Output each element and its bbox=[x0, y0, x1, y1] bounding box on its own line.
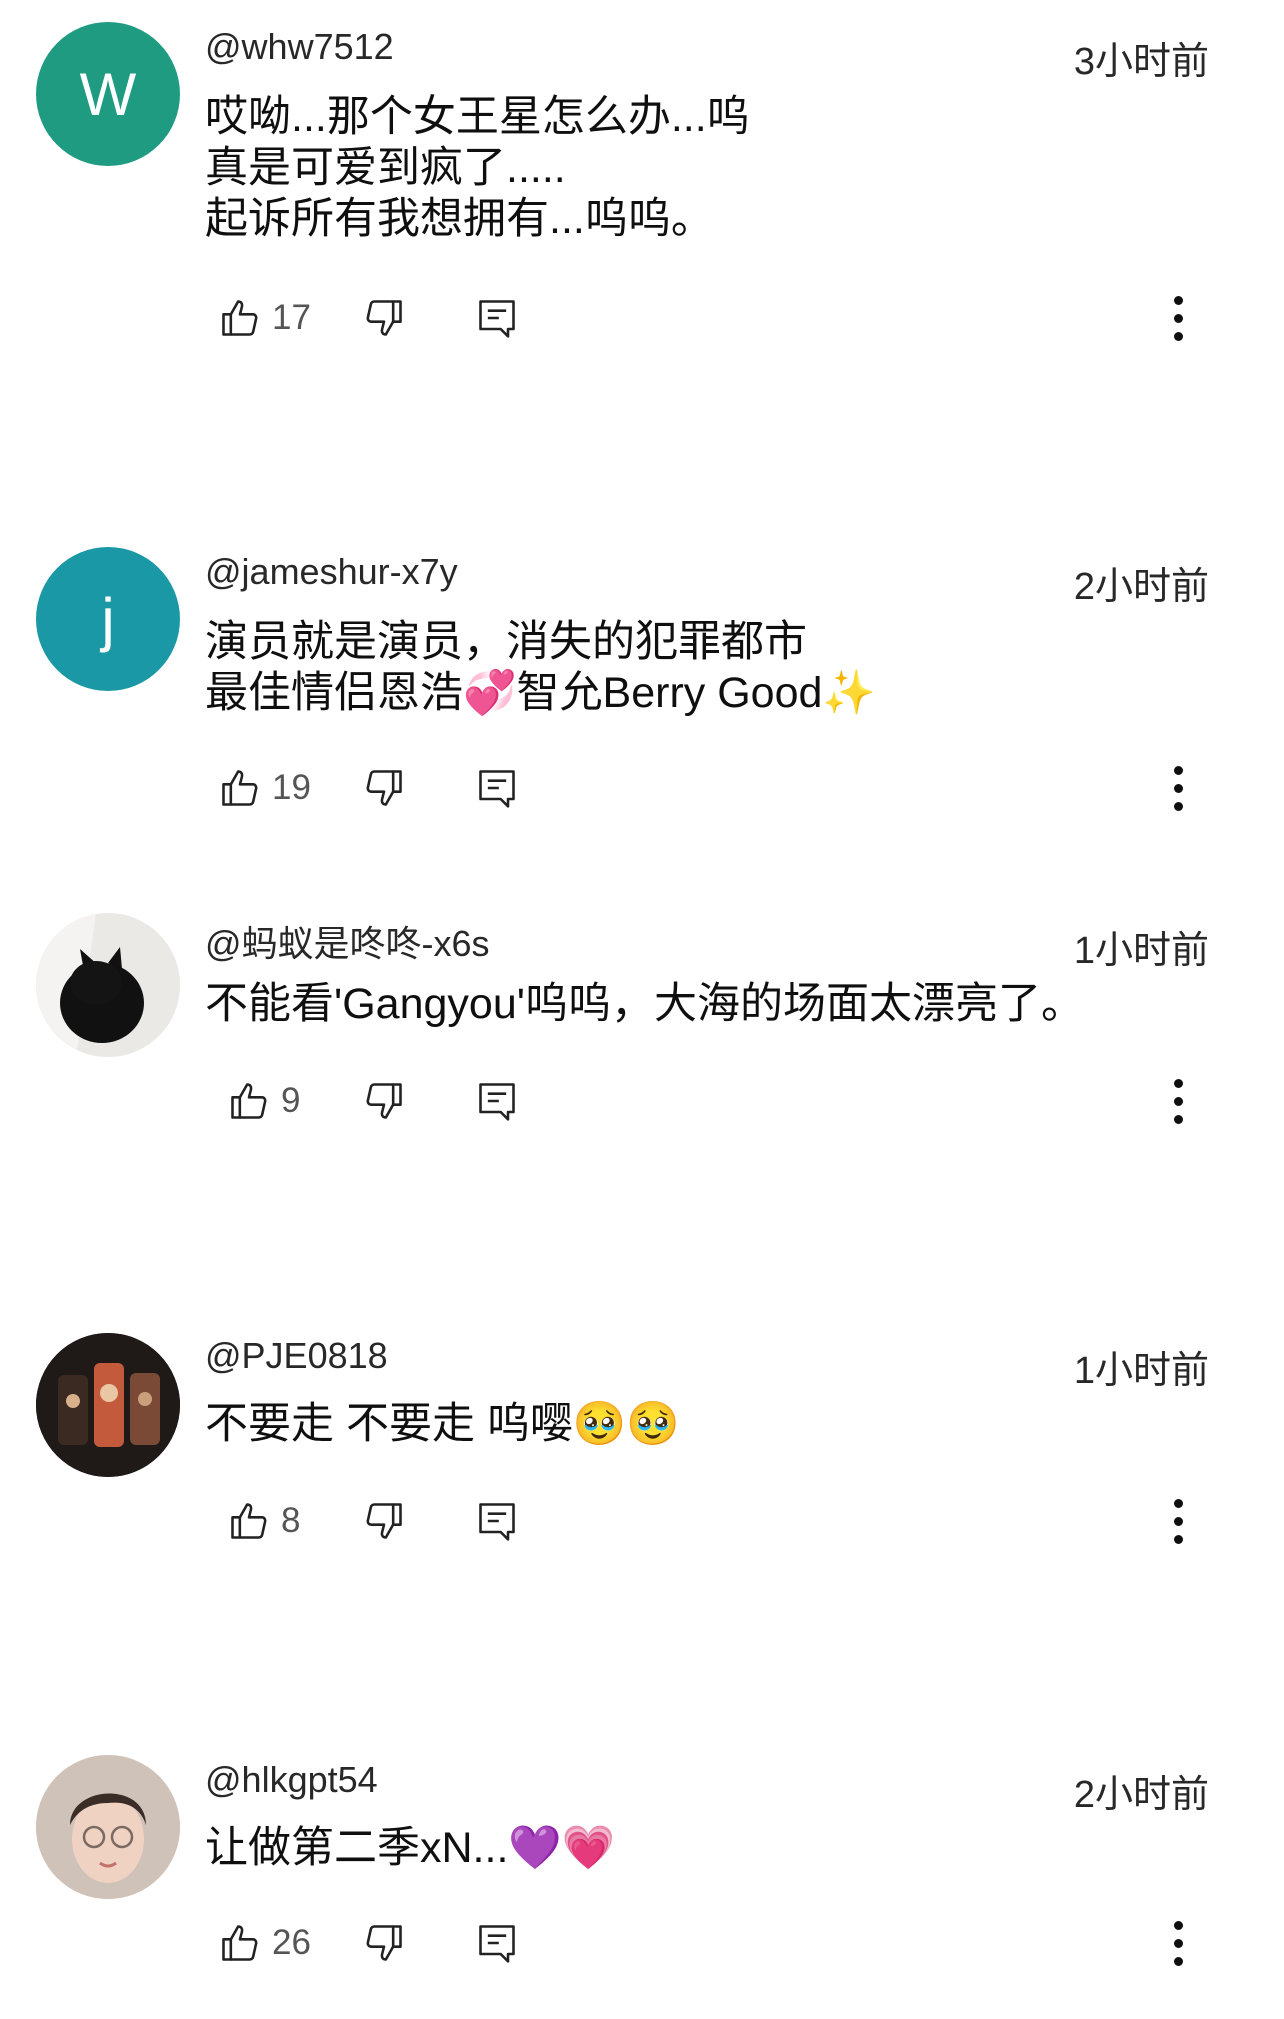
comment-line: 不能看'Gangyou'呜呜，大海的场面太漂亮了。 bbox=[205, 980, 1084, 1028]
reply-button[interactable] bbox=[475, 1913, 519, 1973]
more-options-button[interactable] bbox=[1158, 1491, 1198, 1551]
reply-button[interactable] bbox=[475, 1071, 519, 1131]
comment-author[interactable]: @PJE0818 bbox=[205, 1335, 388, 1377]
thumbs-down-icon bbox=[366, 1925, 402, 1961]
more-vertical-icon bbox=[1173, 1956, 1183, 1966]
comment-line: 不要走 不要走 呜嘤🥹🥹 bbox=[205, 1400, 680, 1448]
comment-actions: 26 bbox=[0, 1913, 1284, 1973]
avatar[interactable] bbox=[36, 913, 180, 1057]
dislike-button[interactable] bbox=[362, 1071, 406, 1131]
avatar[interactable] bbox=[36, 1755, 180, 1899]
comment-line: 演员就是演员，消失的犯罪都市 bbox=[205, 618, 807, 666]
more-vertical-icon bbox=[1173, 1516, 1183, 1526]
like-count: 8 bbox=[281, 1501, 301, 1540]
more-vertical-icon bbox=[1173, 1078, 1183, 1088]
thumbs-down-icon bbox=[366, 770, 402, 806]
comment-text: 不能看'Gangyou'呜呜，大海的场面太漂亮了。 bbox=[205, 979, 1105, 1030]
thumbs-down-icon bbox=[366, 1083, 402, 1119]
more-vertical-icon bbox=[1173, 313, 1183, 323]
like-button[interactable]: 26 bbox=[218, 1913, 311, 1973]
comment-time: 1小时前 bbox=[1073, 1350, 1209, 1392]
more-vertical-icon bbox=[1173, 783, 1183, 793]
comment-actions: 17 bbox=[0, 288, 1284, 348]
comment-time: 2小时前 bbox=[1073, 566, 1209, 608]
more-vertical-icon bbox=[1173, 765, 1183, 775]
avatar-letter: W bbox=[79, 60, 137, 128]
comment-author[interactable]: @hlkgpt54 bbox=[205, 1759, 378, 1801]
avatar-image bbox=[36, 1755, 180, 1899]
dislike-button[interactable] bbox=[362, 1913, 406, 1973]
like-button[interactable]: 8 bbox=[227, 1491, 300, 1551]
like-count: 26 bbox=[272, 1923, 311, 1962]
avatar[interactable]: W bbox=[36, 22, 180, 166]
reply-comment-icon bbox=[479, 1083, 515, 1121]
avatar-image bbox=[36, 913, 180, 1057]
more-vertical-icon bbox=[1173, 1114, 1183, 1124]
comment-line: 最佳情侣恩浩💞智允Berry Good✨ bbox=[205, 669, 876, 717]
comment-text: 让做第二季xN...💜💗 bbox=[205, 1823, 1105, 1874]
comment-author[interactable]: @蚂蚁是咚咚-x6s bbox=[205, 915, 490, 967]
thumbs-down-icon bbox=[366, 1503, 402, 1539]
like-button[interactable]: 19 bbox=[218, 758, 311, 818]
avatar-image bbox=[36, 1333, 180, 1477]
like-button[interactable]: 17 bbox=[218, 288, 311, 348]
like-count: 9 bbox=[281, 1081, 301, 1120]
comment-actions: 19 bbox=[0, 758, 1284, 818]
comment-line: 让做第二季xN...💜💗 bbox=[205, 1824, 616, 1872]
comment-time: 3小时前 bbox=[1073, 41, 1209, 83]
more-options-button[interactable] bbox=[1158, 1071, 1198, 1131]
more-vertical-icon bbox=[1173, 1920, 1183, 1930]
comment-text: 不要走 不要走 呜嘤🥹🥹 bbox=[205, 1399, 1105, 1450]
comment-author[interactable]: @whw7512 bbox=[205, 26, 394, 68]
comment-line: 起诉所有我想拥有...呜呜。 bbox=[205, 195, 714, 243]
dislike-button[interactable] bbox=[362, 1491, 406, 1551]
more-vertical-icon bbox=[1173, 1534, 1183, 1544]
like-button[interactable]: 9 bbox=[227, 1071, 300, 1131]
reply-button[interactable] bbox=[475, 758, 519, 818]
thumbs-up-icon bbox=[222, 1925, 258, 1961]
avatar[interactable]: j bbox=[36, 547, 180, 691]
comment-author[interactable]: @jameshur-x7y bbox=[205, 551, 458, 593]
comment-line: 哎呦...那个女王星怎么办...呜 bbox=[205, 93, 750, 141]
more-options-button[interactable] bbox=[1158, 288, 1198, 348]
comment-time: 2小时前 bbox=[1073, 1774, 1209, 1816]
comment-line: 真是可爱到疯了..... bbox=[205, 144, 566, 192]
thumbs-up-icon bbox=[231, 1503, 267, 1539]
comment-actions: 8 bbox=[0, 1491, 1284, 1551]
reply-comment-icon bbox=[479, 770, 515, 808]
dislike-button[interactable] bbox=[362, 288, 406, 348]
reply-button[interactable] bbox=[475, 1491, 519, 1551]
reply-comment-icon bbox=[479, 1925, 515, 1963]
reply-comment-icon bbox=[479, 300, 515, 338]
comment-text: 哎呦...那个女王星怎么办...呜 真是可爱到疯了..... 起诉所有我想拥有.… bbox=[205, 92, 1105, 245]
more-vertical-icon bbox=[1173, 295, 1183, 305]
comment-time: 1小时前 bbox=[1073, 930, 1209, 972]
avatar[interactable] bbox=[36, 1333, 180, 1477]
more-options-button[interactable] bbox=[1158, 1913, 1198, 1973]
more-vertical-icon bbox=[1173, 1498, 1183, 1508]
avatar-letter: j bbox=[101, 585, 115, 653]
dislike-button[interactable] bbox=[362, 758, 406, 818]
comment-text: 演员就是演员，消失的犯罪都市 最佳情侣恩浩💞智允Berry Good✨ bbox=[205, 617, 1105, 719]
more-vertical-icon bbox=[1173, 1096, 1183, 1106]
comment-actions: 9 bbox=[0, 1071, 1284, 1131]
more-vertical-icon bbox=[1173, 801, 1183, 811]
more-vertical-icon bbox=[1173, 1938, 1183, 1948]
more-vertical-icon bbox=[1173, 331, 1183, 341]
thumbs-down-icon bbox=[366, 300, 402, 336]
thumbs-up-icon bbox=[231, 1083, 267, 1119]
thumbs-up-icon bbox=[222, 300, 258, 336]
like-count: 17 bbox=[272, 298, 311, 337]
thumbs-up-icon bbox=[222, 770, 258, 806]
reply-button[interactable] bbox=[475, 288, 519, 348]
like-count: 19 bbox=[272, 768, 311, 807]
reply-comment-icon bbox=[479, 1503, 515, 1541]
more-options-button[interactable] bbox=[1158, 758, 1198, 818]
